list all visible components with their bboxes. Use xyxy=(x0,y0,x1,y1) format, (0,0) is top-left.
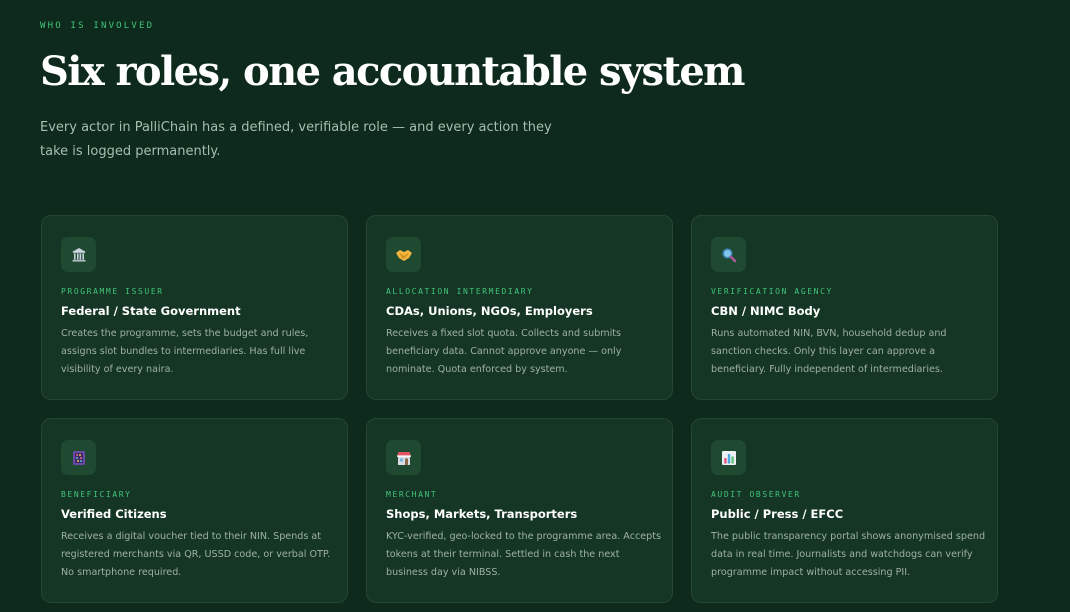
role-description: The public transparency portal shows ano… xyxy=(711,531,986,578)
role-name: Federal / State Government xyxy=(61,304,241,318)
role-card-programme-issuer: PROGRAMME ISSUER Federal / State Governm… xyxy=(41,215,348,400)
role-tag: AUDIT OBSERVER xyxy=(711,490,801,499)
role-tag: VERIFICATION AGENCY xyxy=(711,287,833,296)
section-eyebrow: WHO IS INVOLVED xyxy=(40,21,155,31)
abacus-icon xyxy=(72,450,85,465)
role-icon-tile xyxy=(386,237,421,272)
role-icon-tile xyxy=(61,440,96,475)
storefront-icon xyxy=(396,451,411,465)
role-icon-tile xyxy=(711,237,746,272)
role-description: Receives a digital voucher tied to their… xyxy=(61,531,331,578)
role-name: Public / Press / EFCC xyxy=(711,507,844,521)
role-name: Shops, Markets, Transporters xyxy=(386,507,578,521)
classical-building-icon xyxy=(71,247,86,262)
role-tag: ALLOCATION INTERMEDIARY xyxy=(386,287,534,296)
section-title: Six roles, one accountable system xyxy=(40,48,746,95)
role-description: KYC-verified, geo-locked to the programm… xyxy=(386,531,661,578)
role-tag: PROGRAMME ISSUER xyxy=(61,287,164,296)
role-icon-tile xyxy=(711,440,746,475)
role-description: Creates the programme, sets the budget a… xyxy=(61,328,309,375)
role-card-allocation-intermediary: ALLOCATION INTERMEDIARY CDAs, Unions, NG… xyxy=(366,215,673,400)
role-icon-tile xyxy=(386,440,421,475)
role-name: Verified Citizens xyxy=(61,507,167,521)
role-description: Runs automated NIN, BVN, household dedup… xyxy=(711,328,947,375)
role-icon-tile xyxy=(61,237,96,272)
role-name: CDAs, Unions, NGOs, Employers xyxy=(386,304,593,318)
role-card-audit-observer: AUDIT OBSERVER Public / Press / EFCC The… xyxy=(691,418,998,603)
role-card-beneficiary: BENEFICIARY Verified Citizens Receives a… xyxy=(41,418,348,603)
role-card-merchant: MERCHANT Shops, Markets, Transporters KY… xyxy=(366,418,673,603)
role-tag: MERCHANT xyxy=(386,490,438,499)
role-card-verification-agency: VERIFICATION AGENCY CBN / NIMC Body Runs… xyxy=(691,215,998,400)
role-description: Receives a fixed slot quota. Collects an… xyxy=(386,328,622,375)
role-name: CBN / NIMC Body xyxy=(711,304,821,318)
magnifying-glass-icon xyxy=(721,247,736,262)
section-lede: Every actor in PalliChain has a defined,… xyxy=(40,120,552,159)
handshake-icon xyxy=(395,249,412,261)
bar-chart-icon xyxy=(721,450,736,465)
role-tag: BENEFICIARY xyxy=(61,490,132,499)
